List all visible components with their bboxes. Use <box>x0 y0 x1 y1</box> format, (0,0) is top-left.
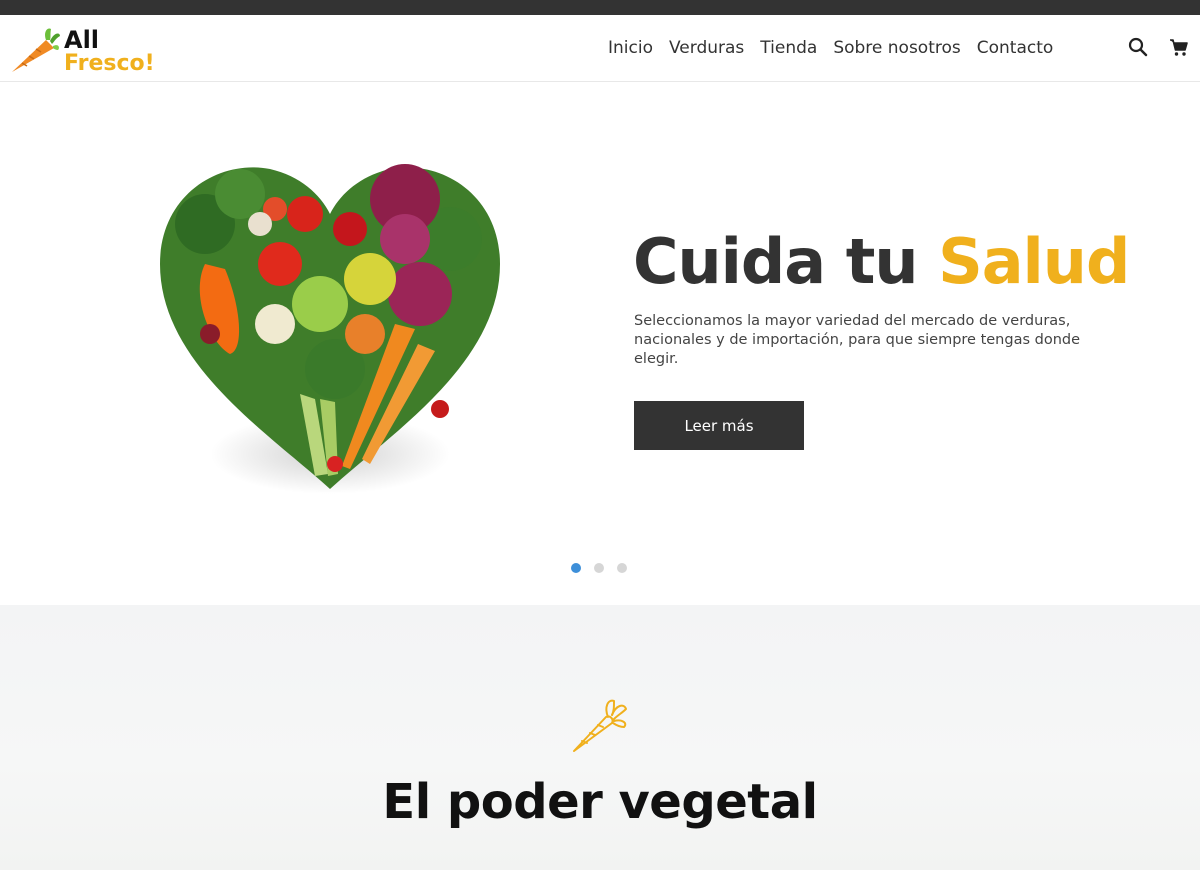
hero-slider: Cuida tu Salud Seleccionamos la mayor va… <box>0 82 1200 605</box>
vegetable-heart-image <box>160 164 500 494</box>
section-title: El poder vegetal <box>382 774 818 830</box>
site-header: All Fresco! Inicio Verduras Tienda Sobre… <box>0 15 1200 82</box>
search-icon[interactable] <box>1128 37 1150 59</box>
slider-dot-3[interactable] <box>617 563 627 573</box>
carrot-outline-icon <box>573 699 627 752</box>
brand-name-line2: Fresco! <box>64 51 155 76</box>
carrot-logo-icon <box>12 28 60 72</box>
cart-icon[interactable] <box>1169 37 1191 59</box>
top-bar <box>0 0 1200 15</box>
hero-title-main: Cuida tu <box>633 225 939 298</box>
nav-item-tienda[interactable]: Tienda <box>760 38 817 58</box>
slider-dot-2[interactable] <box>594 563 604 573</box>
read-more-button[interactable]: Leer más <box>634 401 804 450</box>
slider-dots <box>571 563 640 573</box>
slider-dot-1[interactable] <box>571 563 581 573</box>
brand-name-line1: All <box>64 26 100 54</box>
hero-description: Seleccionamos la mayor variedad del merc… <box>634 313 1081 367</box>
nav-item-verduras[interactable]: Verduras <box>669 38 744 58</box>
brand-logo[interactable]: All Fresco! <box>10 21 170 77</box>
nav-item-inicio[interactable]: Inicio <box>608 38 653 58</box>
main-nav: Inicio Verduras Tienda Sobre nosotros Co… <box>600 15 1061 81</box>
hero-title: Cuida tu Salud <box>633 222 1130 302</box>
hero-title-accent: Salud <box>938 225 1130 298</box>
plant-power-section: El poder vegetal <box>0 605 1200 870</box>
nav-item-contacto[interactable]: Contacto <box>977 38 1054 58</box>
nav-item-sobre-nosotros[interactable]: Sobre nosotros <box>833 38 960 58</box>
